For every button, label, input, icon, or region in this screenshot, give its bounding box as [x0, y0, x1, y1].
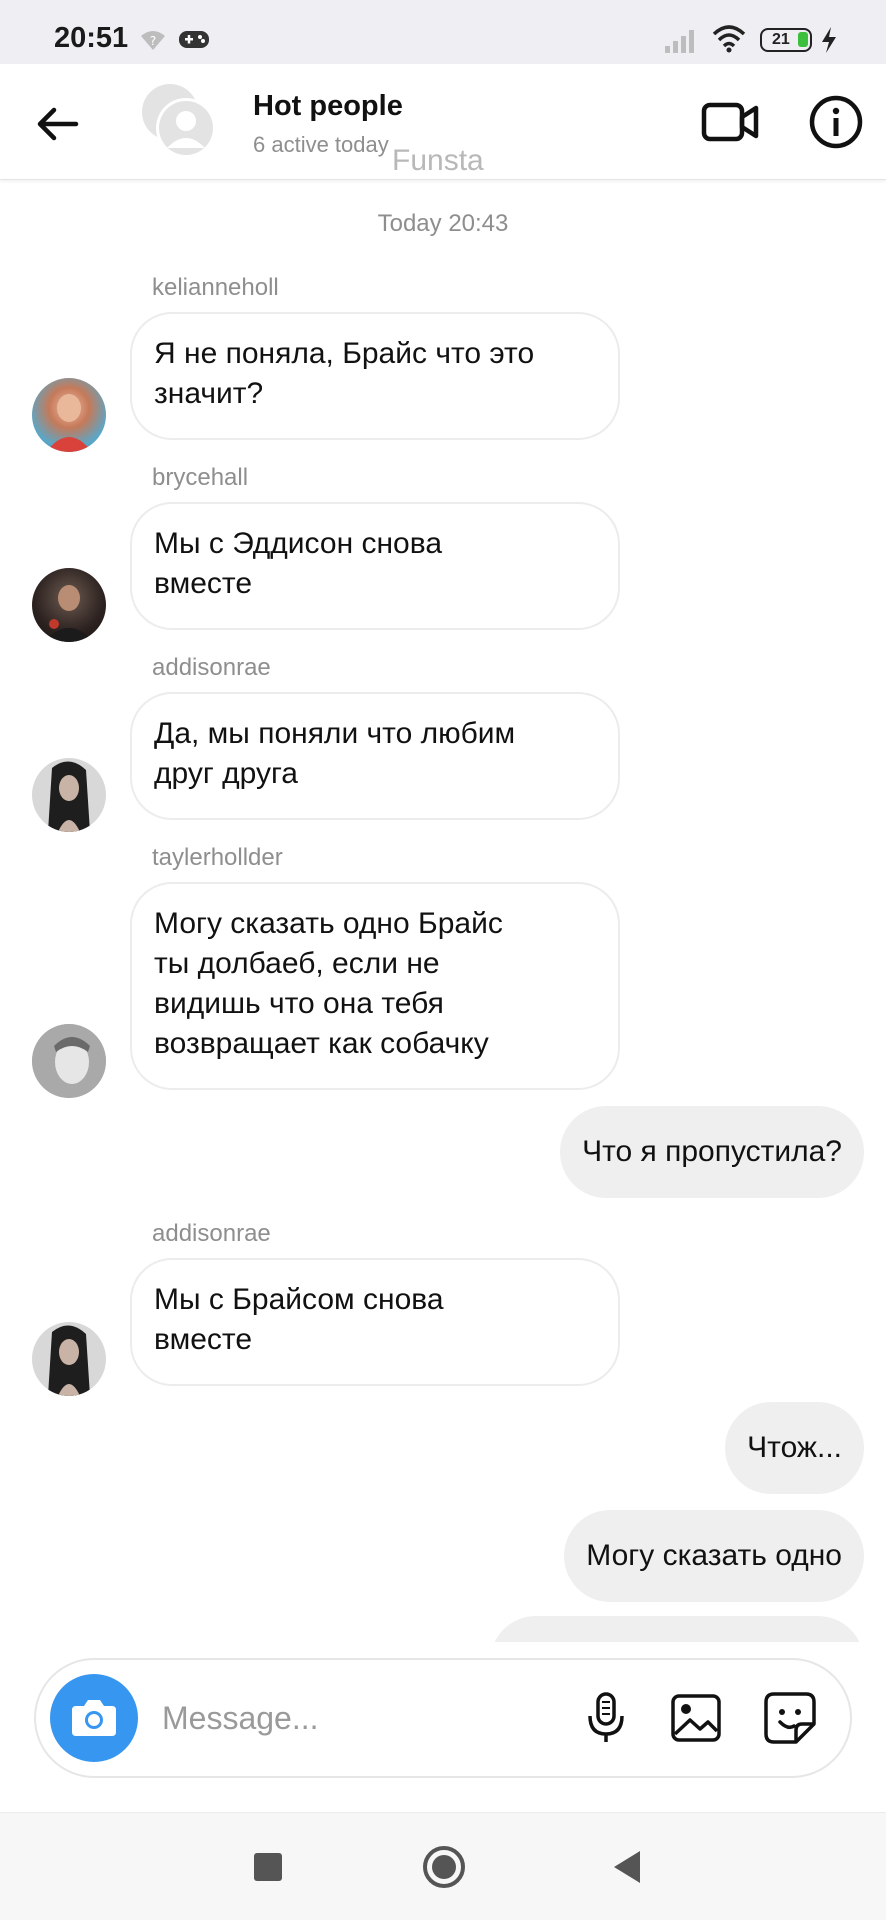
avatar[interactable] — [32, 568, 106, 642]
back-arrow-icon[interactable] — [30, 96, 86, 152]
message-line: ты долбаеб, если не — [154, 947, 440, 980]
message-line: Могу сказать одно Брайс — [154, 907, 503, 940]
group-avatar-icon[interactable] — [140, 82, 220, 162]
incoming-message[interactable]: Могу сказать одно Брайс ты долбаеб, если… — [130, 882, 620, 1090]
info-icon[interactable] — [806, 92, 866, 152]
avatar[interactable] — [32, 1024, 106, 1098]
message-line: значит? — [154, 377, 264, 410]
gamepad-icon — [179, 31, 209, 48]
nav-back-icon[interactable] — [604, 1843, 652, 1891]
home-icon[interactable] — [420, 1843, 468, 1891]
charging-icon — [822, 27, 836, 53]
wifi-icon — [712, 25, 746, 53]
watermark: Funsta — [392, 144, 484, 177]
message-line: Мы с Эддисон снова — [154, 527, 443, 560]
wifi-question-icon: ? — [141, 31, 165, 50]
sender-name: brycehall — [152, 464, 249, 491]
battery-level: 21 — [772, 31, 790, 48]
outgoing-message-partial[interactable] — [490, 1616, 864, 1642]
active-status: 6 active today — [253, 132, 389, 157]
message-line: видишь что она тебя — [154, 987, 444, 1020]
avatar[interactable] — [32, 378, 106, 452]
camera-button[interactable] — [50, 1674, 138, 1762]
avatar[interactable] — [32, 1322, 106, 1396]
message-line: Да, мы поняли что любим — [154, 717, 516, 750]
system-nav-bar — [0, 1812, 886, 1920]
sticker-icon[interactable] — [760, 1688, 820, 1748]
outgoing-message[interactable]: Чтож... — [725, 1402, 864, 1494]
microphone-icon[interactable] — [576, 1688, 636, 1748]
sender-name: addisonrae — [152, 654, 271, 681]
message-composer — [34, 1658, 852, 1778]
message-line: возвращает как собачку — [154, 1027, 489, 1060]
message-line: Мы с Брайсом снова — [154, 1283, 444, 1316]
recents-icon[interactable] — [246, 1845, 290, 1889]
message-line: Я не поняла, Брайс что это — [154, 337, 535, 370]
gallery-icon[interactable] — [666, 1688, 726, 1748]
outgoing-message[interactable]: Что я пропустила? — [560, 1106, 864, 1198]
outgoing-message[interactable]: Могу сказать одно — [564, 1510, 864, 1602]
incoming-message[interactable]: Мы с Эддисон снова вместе — [130, 502, 620, 630]
message-line: друг друга — [154, 757, 298, 790]
video-call-icon[interactable] — [700, 92, 760, 152]
incoming-message[interactable]: Я не поняла, Брайс что это значит? — [130, 312, 620, 440]
signal-icon — [665, 30, 694, 53]
battery-icon: 21 — [760, 28, 812, 52]
chat-header: Hot people 6 active today Funsta — [0, 64, 886, 180]
message-input[interactable] — [162, 1688, 462, 1748]
status-bar: 20:51 ? 21 — [0, 0, 886, 64]
sender-name: addisonrae — [152, 1220, 271, 1247]
sender-name: kelianneholl — [152, 274, 279, 301]
incoming-message[interactable]: Да, мы поняли что любим друг друга — [130, 692, 620, 820]
svg-text:?: ? — [150, 34, 156, 48]
chat-title[interactable]: Hot people — [253, 90, 403, 123]
message-line: вместе — [154, 567, 252, 600]
chat-timestamp: Today 20:43 — [377, 210, 509, 237]
sender-name: taylerhollder — [152, 844, 283, 871]
status-time: 20:51 — [54, 22, 129, 54]
message-line: вместе — [154, 1323, 252, 1356]
avatar[interactable] — [32, 758, 106, 832]
camera-icon — [72, 1700, 116, 1736]
message-list[interactable]: Today 20:43 kelianneholl Я не поняла, Бр… — [0, 180, 886, 1642]
incoming-message[interactable]: Мы с Брайсом снова вместе — [130, 1258, 620, 1386]
